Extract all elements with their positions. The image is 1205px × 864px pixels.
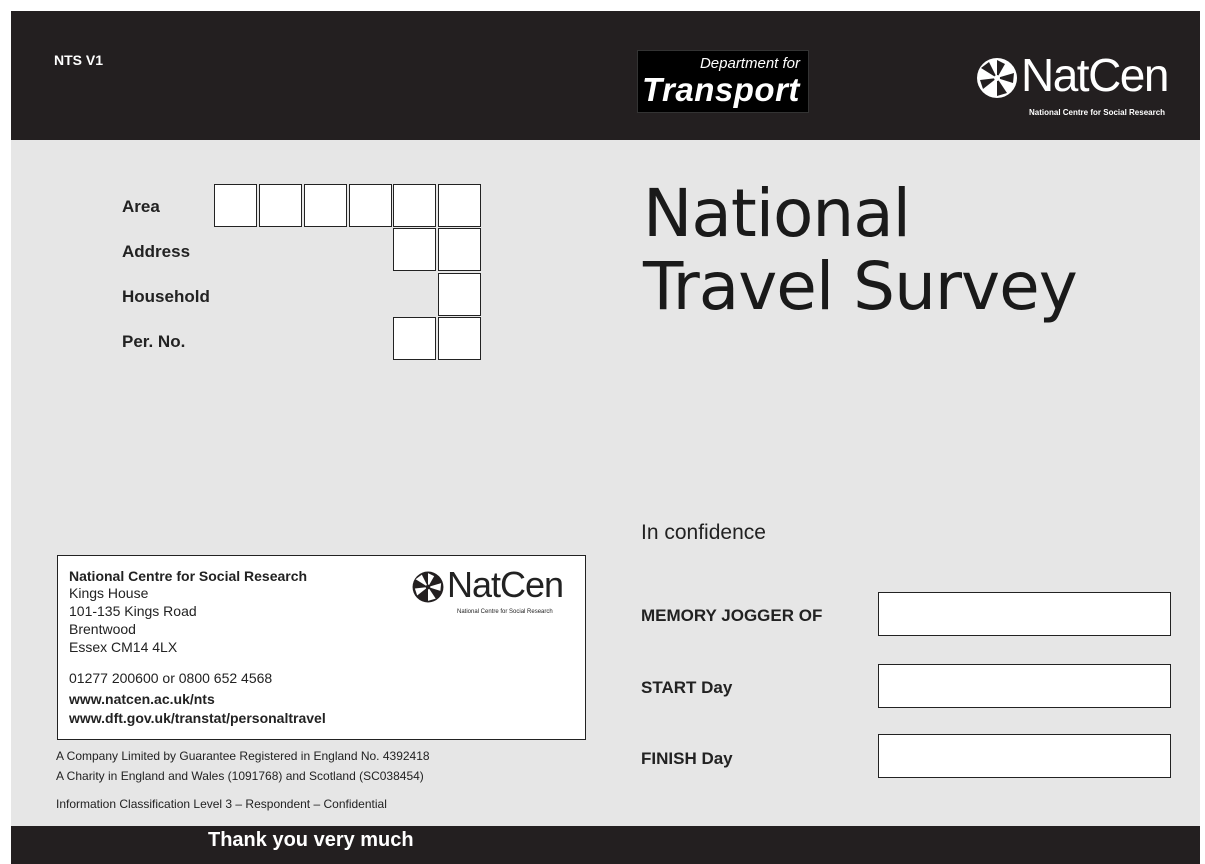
contact-link-dft[interactable]: www.dft.gov.uk/transtat/personaltravel xyxy=(69,710,326,726)
dft-logo-line2: Transport xyxy=(642,71,800,108)
memory-jogger-label: MEMORY JOGGER OF xyxy=(641,606,823,625)
form-code: NTS V1 xyxy=(54,52,104,68)
person-box-2[interactable] xyxy=(438,317,481,360)
contact-phone: 01277 200600 or 0800 652 4568 xyxy=(69,670,273,686)
natcen-mark-icon xyxy=(977,58,1017,98)
legal-line-2: A Charity in England and Wales (1091768)… xyxy=(56,769,424,783)
thank-you-text: Thank you very much xyxy=(208,829,414,851)
address-box-1[interactable] xyxy=(393,228,436,271)
footer-band: Thank you very much xyxy=(11,826,1200,864)
confidence-note: In confidence xyxy=(641,521,766,544)
contact-address-line: Brentwood xyxy=(69,621,136,637)
page-title: National Travel Survey xyxy=(643,175,1078,325)
area-box-4[interactable] xyxy=(349,184,392,227)
area-label: Area xyxy=(122,197,160,216)
area-box-2[interactable] xyxy=(259,184,302,227)
finish-day-label: FINISH Day xyxy=(641,749,733,768)
contact-natcen-wordmark: NatCen xyxy=(447,564,564,605)
area-box-1[interactable] xyxy=(214,184,257,227)
survey-cover: NTS V1 Department for Transport NatCen N… xyxy=(11,11,1200,864)
dft-logo-line1: Department for xyxy=(699,55,800,72)
contact-link-natcen[interactable]: www.natcen.ac.uk/nts xyxy=(69,691,215,707)
area-box-5[interactable] xyxy=(393,184,436,227)
contact-natcen-logo: NatCen National Centre for Social Resear… xyxy=(411,564,581,616)
header-band: NTS V1 Department for Transport NatCen N… xyxy=(11,11,1200,140)
contact-address-line: 101-135 Kings Road xyxy=(69,603,197,619)
natcen-logo: NatCen National Centre for Social Resear… xyxy=(975,49,1175,122)
start-day-field[interactable] xyxy=(878,664,1171,708)
contact-box: National Centre for Social Research King… xyxy=(57,555,586,740)
contact-address-line: Essex CM14 4LX xyxy=(69,639,178,655)
household-label: Household xyxy=(122,287,210,306)
finish-day-field[interactable] xyxy=(878,734,1171,778)
person-box-1[interactable] xyxy=(393,317,436,360)
person-number-label: Per. No. xyxy=(122,332,186,351)
contact-natcen-subtitle: National Centre for Social Research xyxy=(457,609,553,615)
contact-address-line: Kings House xyxy=(69,585,149,601)
dft-logo: Department for Transport xyxy=(637,50,809,113)
address-box-2[interactable] xyxy=(438,228,481,271)
contact-org-name: National Centre for Social Research xyxy=(69,568,308,584)
memory-jogger-field[interactable] xyxy=(878,592,1171,636)
legal-line-1: A Company Limited by Guarantee Registere… xyxy=(56,749,430,763)
natcen-subtitle: National Centre for Social Research xyxy=(1029,108,1166,117)
title-line-2: Travel Survey xyxy=(643,248,1078,325)
household-box-1[interactable] xyxy=(438,273,481,316)
title-line-1: National xyxy=(643,175,911,252)
area-box-6[interactable] xyxy=(438,184,481,227)
natcen-wordmark: NatCen xyxy=(1021,49,1169,101)
area-box-3[interactable] xyxy=(304,184,347,227)
classification-text: Information Classification Level 3 – Res… xyxy=(56,797,387,811)
address-label: Address xyxy=(122,242,191,261)
start-day-label: START Day xyxy=(641,678,733,697)
natcen-mark-icon xyxy=(412,571,444,603)
